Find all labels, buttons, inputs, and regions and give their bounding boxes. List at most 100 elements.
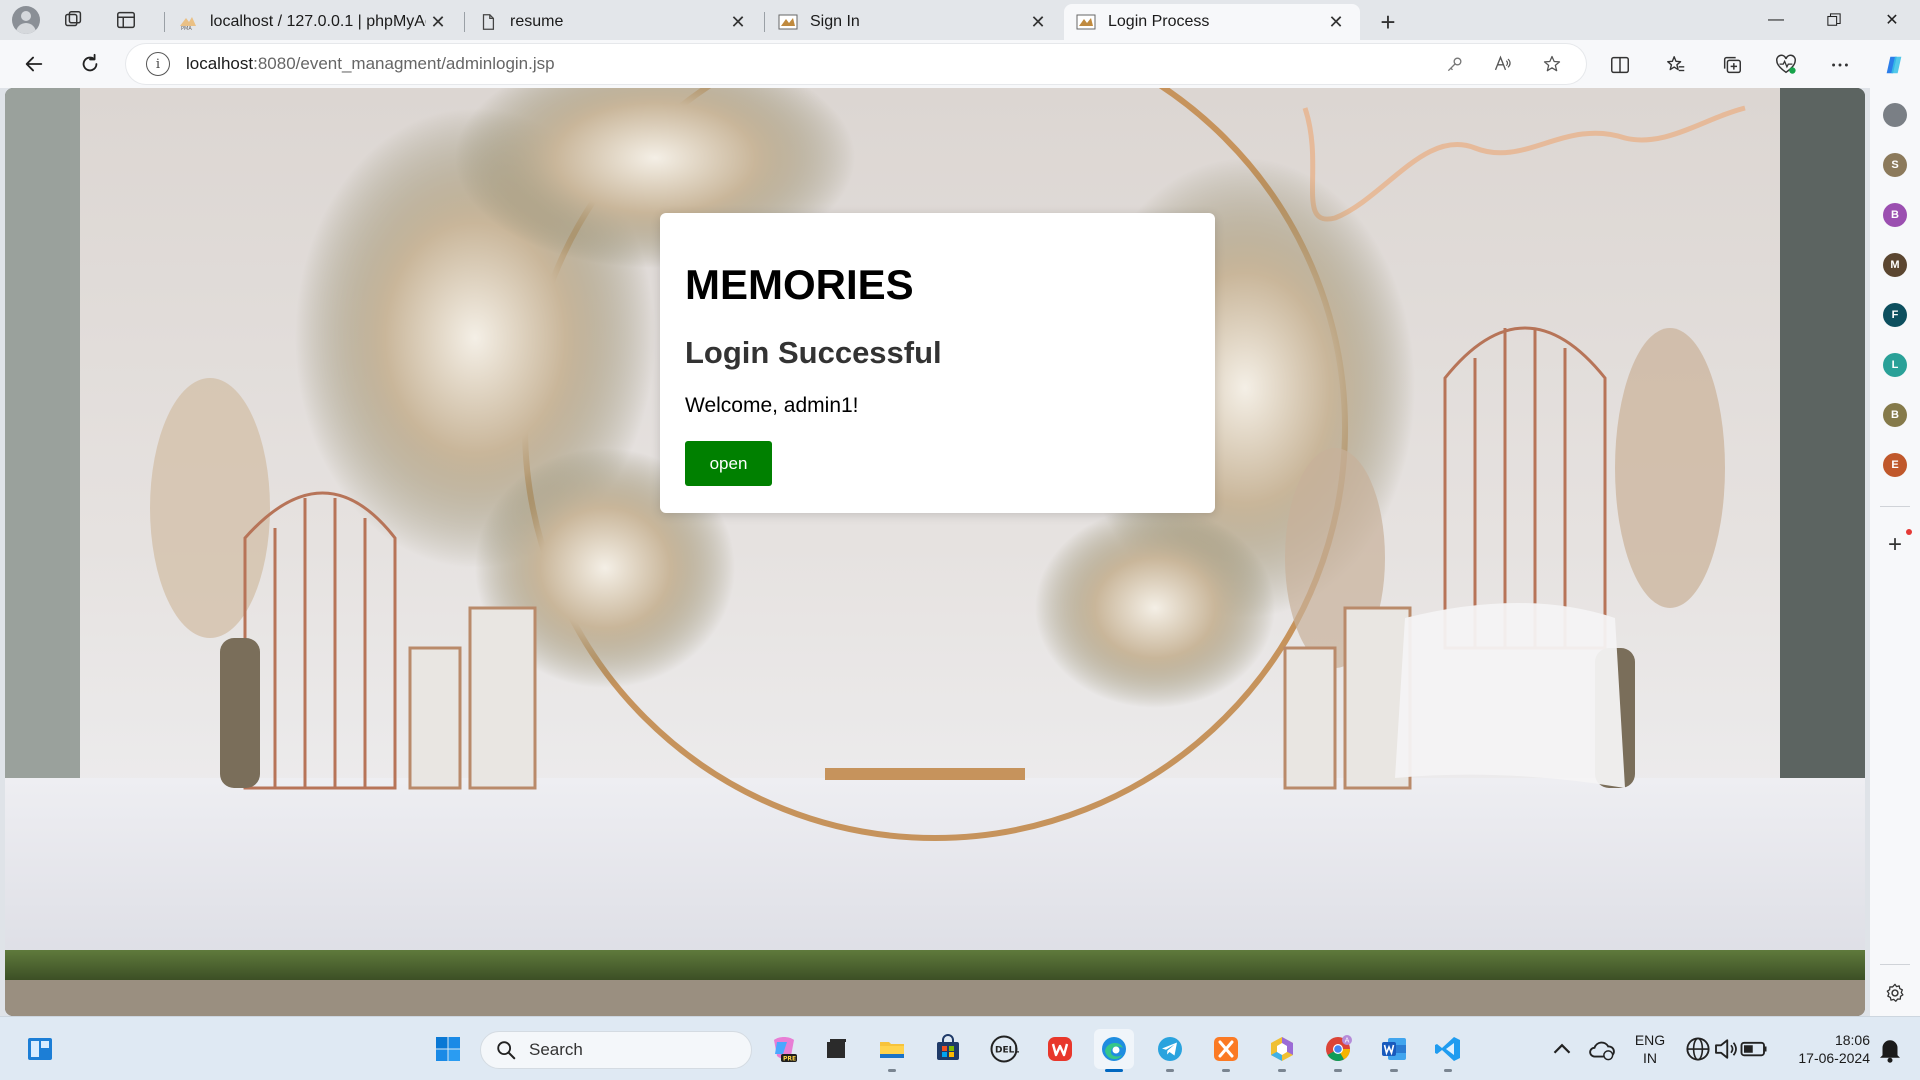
- split-screen-button[interactable]: [1606, 52, 1634, 78]
- restore-icon: [1827, 13, 1841, 26]
- taskbar-file-explorer[interactable]: [872, 1029, 912, 1072]
- copilot-button[interactable]: [1880, 52, 1908, 78]
- tab-strip: PMA localhost / 127.0.0.1 | phpMyAdmin ✕…: [0, 0, 1920, 40]
- workspaces-button[interactable]: [54, 4, 94, 36]
- tab-close-icon[interactable]: ✕: [726, 10, 750, 34]
- tab-title: Login Process: [1108, 13, 1210, 30]
- taskbar-task-view[interactable]: [816, 1029, 856, 1069]
- favorites-list-icon: [1667, 56, 1685, 72]
- region-code: IN: [1643, 1050, 1657, 1066]
- sidebar-app-b[interactable]: B: [1883, 203, 1907, 227]
- show-hidden-icons-button[interactable]: [1542, 1029, 1582, 1069]
- url-path: :8080/event_managment/adminlogin.jsp: [253, 54, 555, 73]
- tab-separator: [464, 12, 465, 32]
- start-button[interactable]: [428, 1029, 468, 1069]
- taskbar-hex-app[interactable]: [1262, 1029, 1302, 1072]
- password-key-icon[interactable]: [1443, 52, 1467, 76]
- svg-text:PRE: PRE: [783, 1056, 796, 1063]
- sidebar-app-1[interactable]: [1883, 103, 1907, 127]
- sidebar-app-s[interactable]: S: [1883, 153, 1907, 177]
- new-tab-button[interactable]: +: [1372, 6, 1404, 38]
- copilot-pre-icon: PRE: [774, 1037, 797, 1063]
- browser-essentials-button[interactable]: [1772, 52, 1800, 78]
- favorites-button[interactable]: [1662, 52, 1690, 78]
- tab-close-icon[interactable]: ✕: [1026, 10, 1050, 34]
- windows-taskbar: Search PRE DELL A ENG IN 18:06 17-06-202…: [0, 1016, 1920, 1080]
- url-host: localhost: [186, 54, 254, 73]
- widgets-button[interactable]: [20, 1029, 60, 1069]
- add-sidebar-app-button[interactable]: +: [1883, 531, 1907, 558]
- onedrive-tray[interactable]: [1582, 1029, 1622, 1069]
- tab-phpmyadmin[interactable]: PMA localhost / 127.0.0.1 | phpMyAdmin ✕: [166, 4, 462, 40]
- taskbar-search[interactable]: Search: [480, 1031, 752, 1069]
- document-icon: [478, 12, 498, 32]
- tab-actions-button[interactable]: [106, 4, 146, 36]
- running-indicator: [888, 1069, 896, 1072]
- taskbar-telegram[interactable]: [1150, 1029, 1190, 1072]
- taskbar-xampp[interactable]: [1206, 1029, 1246, 1072]
- word-icon: [1382, 1038, 1406, 1060]
- profile-button[interactable]: [6, 4, 46, 36]
- sidebar-settings-button[interactable]: [1883, 981, 1907, 1005]
- tab-sign-in[interactable]: Sign In ✕: [766, 4, 1062, 40]
- sidebar-app-m[interactable]: M: [1883, 253, 1907, 277]
- read-aloud-icon[interactable]: [1491, 52, 1515, 76]
- telegram-icon: [1158, 1037, 1182, 1061]
- address-bar[interactable]: i localhost:8080/event_managment/adminlo…: [126, 44, 1586, 84]
- close-window-button[interactable]: ✕: [1864, 0, 1920, 40]
- language-indicator[interactable]: ENG IN: [1628, 1031, 1672, 1067]
- tab-close-icon[interactable]: ✕: [426, 10, 450, 34]
- sidebar-divider: [1880, 506, 1910, 507]
- gear-icon: [1886, 983, 1904, 1002]
- taskbar-vscode[interactable]: [1428, 1029, 1468, 1072]
- taskbar-dell[interactable]: DELL: [984, 1029, 1024, 1069]
- collections-icon: [1723, 56, 1741, 74]
- refresh-button[interactable]: [72, 48, 108, 80]
- more-options-button[interactable]: [1826, 52, 1854, 78]
- wps-office-icon: [1048, 1037, 1072, 1061]
- sidebar-app-e[interactable]: E: [1883, 453, 1907, 477]
- running-indicator: [1105, 1069, 1123, 1072]
- tab-separator: [164, 12, 165, 32]
- taskbar-word[interactable]: [1374, 1029, 1414, 1072]
- site-info-icon[interactable]: i: [146, 52, 170, 76]
- taskbar-store[interactable]: [928, 1029, 968, 1069]
- sidebar-app-f[interactable]: F: [1883, 303, 1907, 327]
- sidebar-app-l[interactable]: L: [1883, 353, 1907, 377]
- split-screen-icon: [1611, 56, 1629, 74]
- battery-tray[interactable]: [1736, 1029, 1772, 1069]
- minimize-button[interactable]: —: [1748, 0, 1804, 40]
- favorite-star-icon[interactable]: [1540, 52, 1564, 76]
- svg-text:A: A: [1345, 1037, 1350, 1045]
- task-view-icon: [827, 1039, 846, 1058]
- taskbar-wps[interactable]: [1040, 1029, 1080, 1069]
- clock[interactable]: 18:06 17-06-2024: [1778, 1031, 1870, 1067]
- running-indicator: [1444, 1069, 1452, 1072]
- copilot-icon: [1886, 56, 1902, 74]
- restore-button[interactable]: [1806, 0, 1862, 40]
- notification-dot: [1906, 529, 1912, 535]
- dell-logo-icon: DELL: [990, 1035, 1019, 1063]
- tab-resume[interactable]: resume ✕: [466, 4, 762, 40]
- chrome-icon: A: [1326, 1035, 1352, 1062]
- back-button[interactable]: [16, 48, 52, 80]
- profile-avatar-icon: [12, 6, 40, 34]
- taskbar-copilot[interactable]: PRE: [764, 1029, 804, 1069]
- taskbar-edge[interactable]: [1094, 1029, 1134, 1072]
- search-placeholder: Search: [529, 1040, 583, 1059]
- collections-button[interactable]: [1718, 52, 1746, 78]
- close-icon: ✕: [1885, 12, 1899, 29]
- tab-close-icon[interactable]: ✕: [1324, 10, 1348, 34]
- minimize-icon: —: [1768, 11, 1784, 28]
- taskbar-chrome[interactable]: A: [1318, 1029, 1358, 1072]
- workspaces-icon: [65, 11, 82, 27]
- hexagon-app-icon: [1271, 1037, 1293, 1061]
- tab-login-process[interactable]: Login Process ✕: [1064, 4, 1360, 40]
- notifications-button[interactable]: [1872, 1029, 1908, 1069]
- arrow-left-icon: [25, 56, 43, 72]
- language-code: ENG: [1634, 1032, 1666, 1048]
- open-button[interactable]: open: [685, 441, 772, 486]
- sidebar-app-b2[interactable]: B: [1883, 403, 1907, 427]
- clock-date: 17-06-2024: [1798, 1050, 1870, 1066]
- status-heading: Login Successful: [685, 335, 942, 370]
